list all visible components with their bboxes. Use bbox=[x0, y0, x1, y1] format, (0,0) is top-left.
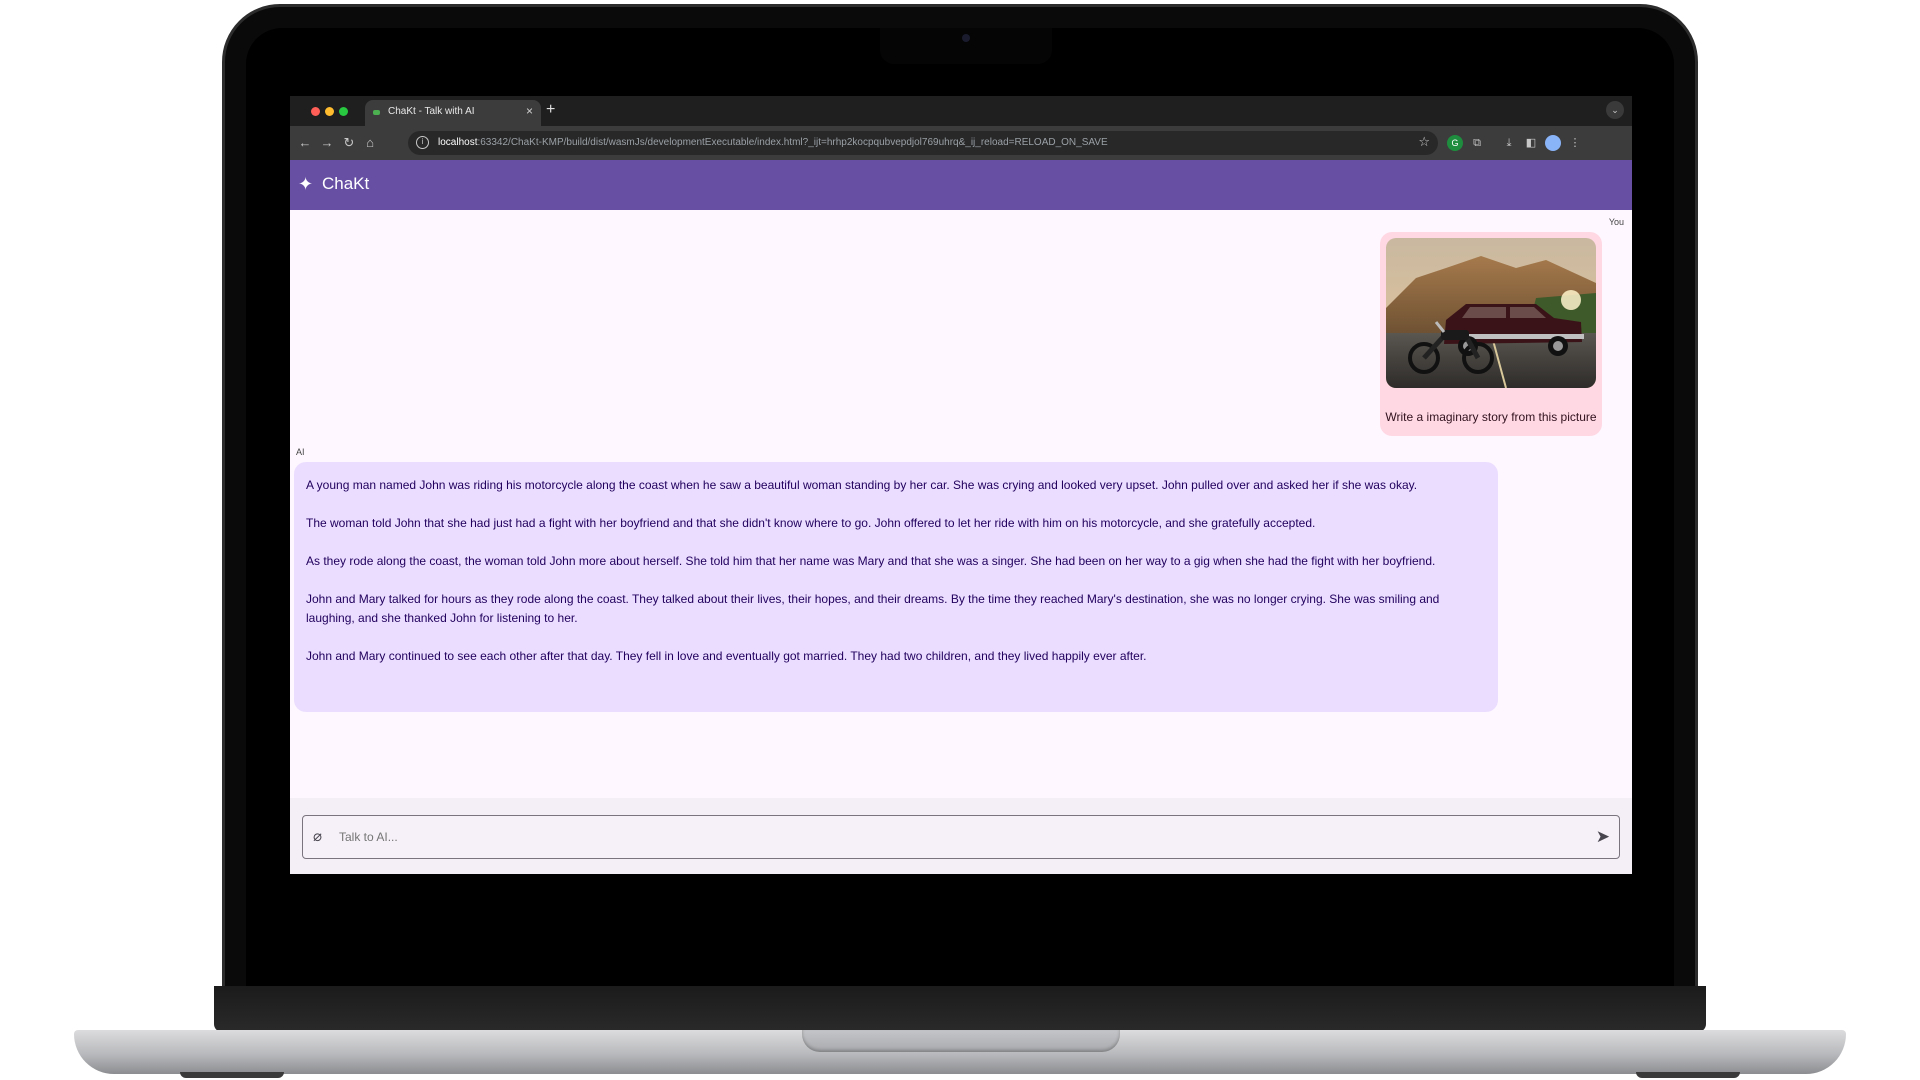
ai-message-bubble: A young man named John was riding his mo… bbox=[294, 462, 1498, 712]
side-panel-icon[interactable]: ◧ bbox=[1523, 135, 1539, 151]
tab-title: ChaKt - Talk with AI bbox=[388, 106, 475, 117]
user-message-text: Write a imaginary story from this pictur… bbox=[1385, 410, 1597, 424]
site-info-icon[interactable]: i bbox=[416, 136, 429, 149]
browser-tab[interactable]: ChaKt - Talk with AI × bbox=[365, 100, 541, 126]
download-icon[interactable]: ⤓ bbox=[1501, 135, 1517, 151]
app-title: ChaKt bbox=[322, 174, 370, 193]
address-bar[interactable]: i localhost:63342/ChaKt-KMP/build/dist/w… bbox=[408, 131, 1438, 155]
paperclip-attach-icon[interactable]: ⌀ bbox=[313, 828, 322, 846]
ai-paragraph: As they rode along the coast, the woman … bbox=[306, 554, 1436, 568]
laptop-foot-right bbox=[1636, 1072, 1740, 1078]
bookmark-star-icon[interactable]: ☆ bbox=[1418, 134, 1430, 150]
screen: ChaKt - Talk with AI × + ⌄ ← → ↻ ⌂ i loc… bbox=[290, 96, 1632, 874]
camera-icon bbox=[962, 34, 970, 42]
tab-search-button[interactable]: ⌄ bbox=[1606, 101, 1624, 119]
ai-paragraph: A young man named John was riding his mo… bbox=[306, 478, 1418, 492]
home-icon[interactable]: ⌂ bbox=[361, 134, 379, 152]
window-close-button[interactable] bbox=[311, 107, 320, 116]
browser-menu-icon[interactable]: ⋮ bbox=[1567, 135, 1583, 151]
favicon-icon bbox=[373, 110, 380, 115]
ai-paragraph: The woman told John that she had just ha… bbox=[306, 516, 1316, 530]
ai-paragraph: John and Mary talked for hours as they r… bbox=[306, 592, 1440, 625]
laptop-chin bbox=[214, 986, 1706, 1032]
reload-icon[interactable]: ↻ bbox=[340, 134, 358, 152]
laptop-opening-notch bbox=[802, 1030, 1120, 1052]
sparkle-icon: ✦ bbox=[298, 174, 314, 194]
extension-green-icon[interactable]: G bbox=[1447, 135, 1463, 151]
app-header: ✦ ChaKt bbox=[290, 160, 1632, 210]
laptop-foot-left bbox=[180, 1072, 284, 1078]
profile-avatar[interactable] bbox=[1545, 135, 1561, 151]
user-sender-label: You bbox=[1608, 217, 1624, 227]
composer-area: ⌀ ➤ bbox=[290, 798, 1632, 874]
forward-arrow-icon[interactable]: → bbox=[318, 134, 336, 152]
extensions-puzzle-icon[interactable]: ⧉ bbox=[1469, 135, 1485, 151]
message-input[interactable] bbox=[339, 824, 1569, 850]
window-maximize-button[interactable] bbox=[339, 107, 348, 116]
back-arrow-icon[interactable]: ← bbox=[296, 134, 314, 152]
user-message-bubble: Write a imaginary story from this pictur… bbox=[1380, 232, 1602, 436]
tab-close-icon[interactable]: × bbox=[526, 104, 533, 118]
car-motorcycle-photo bbox=[1386, 238, 1596, 388]
message-input-container[interactable]: ⌀ ➤ bbox=[302, 815, 1620, 859]
url-path: :63342/ChaKt-KMP/build/dist/wasmJs/devel… bbox=[477, 137, 1108, 148]
send-icon[interactable]: ➤ bbox=[1596, 827, 1610, 847]
browser-toolbar: ← → ↻ ⌂ i localhost:63342/ChaKt-KMP/buil… bbox=[290, 126, 1632, 160]
browser-tab-bar: ChaKt - Talk with AI × + ⌄ bbox=[290, 96, 1632, 126]
user-attached-image bbox=[1386, 238, 1596, 388]
url-host: localhost bbox=[438, 137, 478, 148]
url-text[interactable]: localhost:63342/ChaKt-KMP/build/dist/was… bbox=[438, 137, 1108, 148]
ai-sender-label: AI bbox=[296, 447, 305, 457]
ai-paragraph: John and Mary continued to see each othe… bbox=[306, 649, 1147, 663]
window-minimize-button[interactable] bbox=[325, 107, 334, 116]
new-tab-button[interactable]: + bbox=[546, 101, 555, 119]
